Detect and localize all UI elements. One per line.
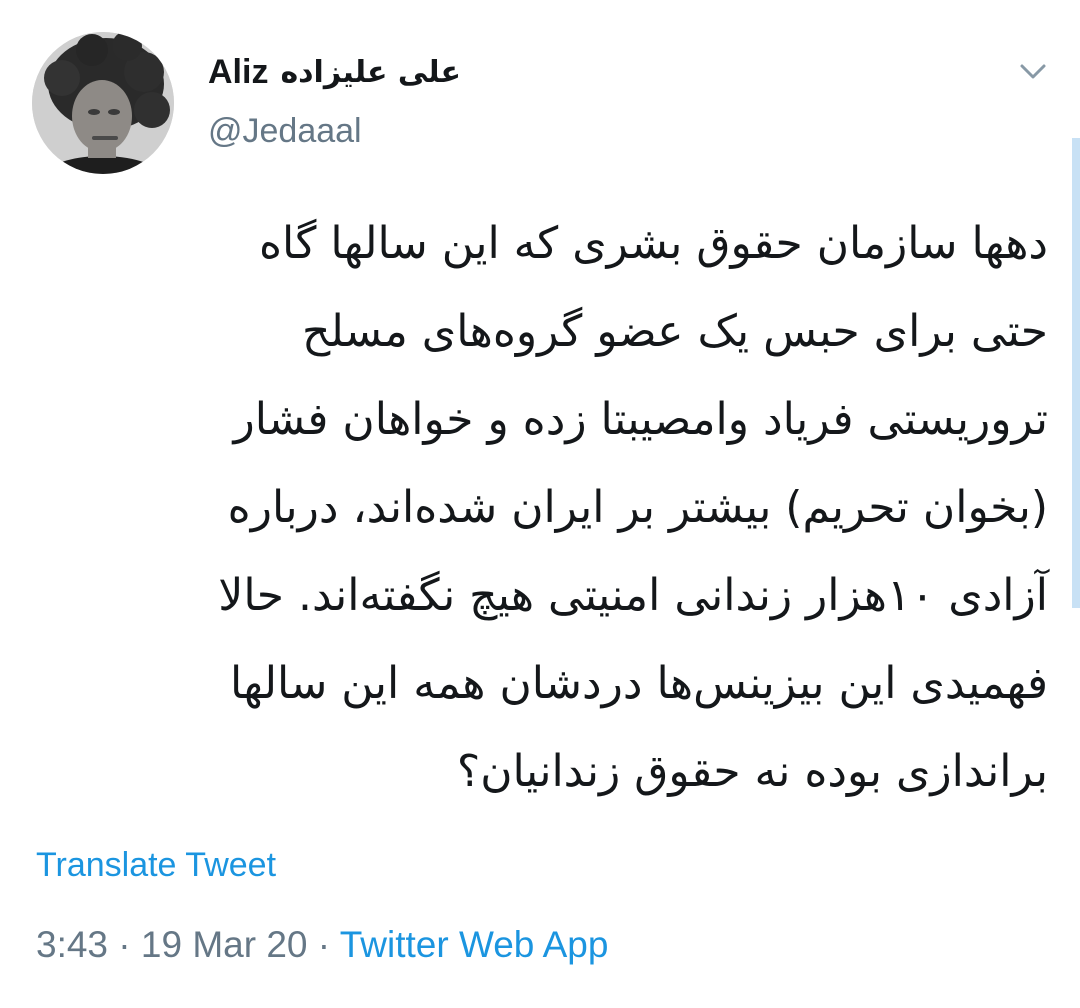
chevron-down-icon[interactable] [1018,56,1048,86]
display-name-persian[interactable]: علی علیزاده [280,55,461,90]
tweet-text: دهها سازمان حقوق بشری که این سالها گاه ح… [40,200,1048,816]
tweet-time[interactable]: 3:43 [36,924,108,965]
profile-photo [32,32,174,174]
author-name-row[interactable]: Aliz علی علیزاده [208,46,461,98]
user-handle[interactable]: @Jedaaal [208,112,362,151]
tweet-line: دهها سازمان حقوق بشری که این سالها گاه [258,218,1048,269]
scrollbar[interactable] [1072,138,1080,608]
meta-separator: · [108,924,141,965]
tweet-date[interactable]: 19 Mar 20 [141,924,308,965]
display-name[interactable]: Aliz [208,53,268,92]
tweet-line: براندازی بوده نه حقوق زندانیان؟ [456,746,1048,797]
tweet-line: تروریستی فریاد وامصیبتا زده و خواهان فشا… [233,394,1048,445]
meta-separator: · [307,924,340,965]
tweet-line: حتی برای حبس یک عضو گروه‌های مسلح [302,306,1048,357]
source-app-link[interactable]: Twitter Web App [340,924,609,965]
avatar[interactable] [32,32,174,174]
translate-tweet-link[interactable]: Translate Tweet [36,846,276,885]
tweet-line: فهمیدی این بیزینس‌ها دردشان همه این ساله… [229,658,1048,709]
tweet-line: (بخوان تحریم) بیشتر بر ایران شده‌اند، در… [227,482,1048,533]
tweet-line: آزادی ۱۰هزار زندانی امنیتی هیچ نگفته‌اند… [218,570,1048,621]
tweet-meta: 3:43 · 19 Mar 20 · Twitter Web App [36,924,608,966]
tweet-card: Aliz علی علیزاده @Jedaaal دهها سازمان حق… [0,0,1080,1008]
